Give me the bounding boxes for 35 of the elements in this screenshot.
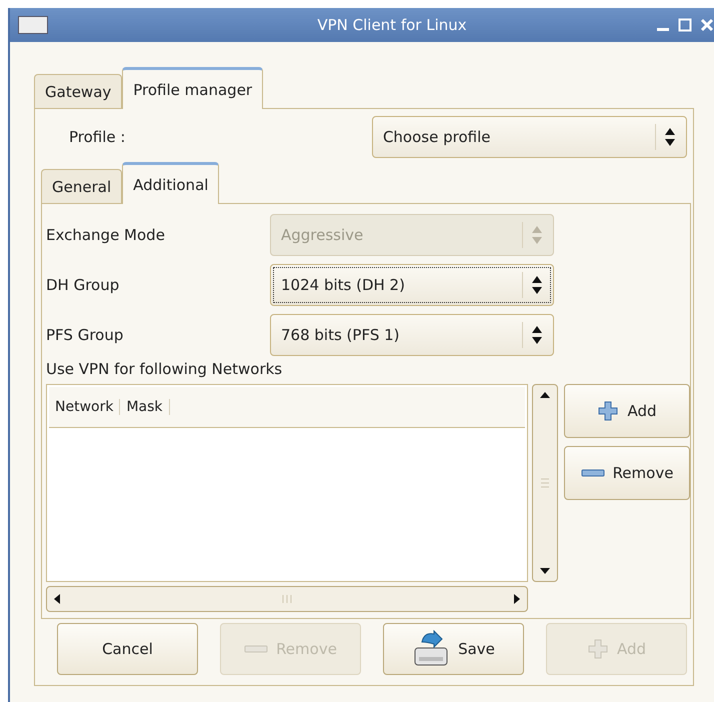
horizontal-scrollbar[interactable] [46, 586, 528, 612]
save-button[interactable]: Save [383, 623, 524, 675]
dropdown[interactable]: 768 bits (PFS 1) [270, 314, 554, 356]
scroll-grip-icon[interactable] [281, 594, 293, 604]
remove-button[interactable]: Remove [564, 446, 690, 500]
vertical-scrollbar[interactable] [532, 384, 558, 582]
window-menu-icon[interactable] [18, 16, 48, 34]
profile-label: Profile : [69, 128, 126, 146]
tab[interactable]: Profile manager [122, 67, 264, 109]
up-down-arrows-icon [531, 275, 543, 295]
plus-icon [586, 638, 609, 660]
scroll-grip-icon[interactable] [540, 477, 550, 489]
up-down-arrows-icon [531, 225, 543, 245]
add-button[interactable]: Add [564, 384, 690, 438]
dropdown[interactable]: 1024 bits (DH 2) [270, 264, 554, 306]
window-title: VPN Client for Linux [316, 16, 468, 34]
column-header[interactable]: Network [49, 399, 120, 415]
plus-icon [597, 400, 620, 422]
setting-label: Exchange Mode [46, 226, 166, 244]
networks-label: Use VPN for following Networks [46, 360, 284, 378]
setting-label: PFS Group [46, 326, 124, 344]
tab[interactable]: Gateway [34, 74, 122, 108]
up-down-arrows-icon [664, 127, 676, 147]
column-header[interactable]: Mask [120, 399, 170, 415]
maximize-icon[interactable] [678, 18, 692, 32]
minus-icon [244, 645, 268, 653]
tab[interactable]: General [41, 169, 122, 203]
save-drive-icon [412, 630, 450, 668]
setting-label: DH Group [46, 276, 120, 294]
close-icon[interactable] [700, 18, 714, 32]
profile-dropdown[interactable]: Choose profile [372, 116, 687, 158]
tab[interactable]: Additional [122, 162, 220, 204]
up-down-arrows-icon [531, 325, 543, 345]
cancel-button[interactable]: Cancel [57, 623, 198, 675]
minus-icon [580, 469, 605, 477]
